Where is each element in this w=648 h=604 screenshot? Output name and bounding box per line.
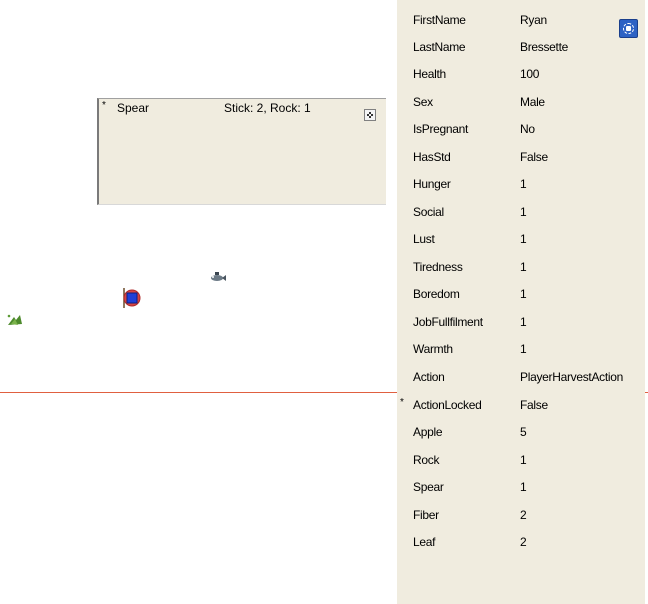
- property-value[interactable]: 1: [520, 205, 527, 219]
- property-row[interactable]: Rock 1: [397, 447, 645, 474]
- property-value[interactable]: False: [520, 150, 548, 164]
- property-key: ActionLocked: [413, 398, 482, 412]
- property-key: Spear: [413, 480, 444, 494]
- property-key: Hunger: [413, 177, 451, 191]
- property-value[interactable]: 2: [520, 535, 527, 549]
- property-value[interactable]: Bressette: [520, 40, 568, 54]
- property-row[interactable]: Social 1: [397, 199, 645, 226]
- property-key: Fiber: [413, 508, 439, 522]
- property-key: JobFullfilment: [413, 315, 483, 329]
- craft-item-row[interactable]: * Spear Stick: 2, Rock: 1: [101, 100, 360, 117]
- property-key: IsPregnant: [413, 122, 469, 136]
- property-row[interactable]: Sex Male: [397, 89, 645, 116]
- player-marker-icon[interactable]: [121, 287, 143, 309]
- property-value[interactable]: 1: [520, 232, 527, 246]
- row-marker: *: [400, 397, 404, 408]
- property-key: Apple: [413, 425, 443, 439]
- property-row[interactable]: Apple 5: [397, 419, 645, 446]
- close-icon[interactable]: [364, 109, 376, 121]
- property-key: Tiredness: [413, 260, 463, 274]
- property-key: Sex: [413, 95, 433, 109]
- plant-icon[interactable]: [6, 313, 24, 327]
- property-grid: FirstName Ryan LastName Bressette Health…: [397, 0, 645, 604]
- property-row[interactable]: Tiredness 1: [397, 254, 645, 281]
- property-row[interactable]: Leaf 2: [397, 529, 645, 556]
- game-world[interactable]: * Spear Stick: 2, Rock: 1 FirstName Ryan…: [0, 0, 648, 604]
- property-row[interactable]: IsPregnant No: [397, 116, 645, 143]
- property-row[interactable]: Lust 1: [397, 226, 645, 253]
- property-row[interactable]: JobFullfilment 1: [397, 309, 645, 336]
- property-value[interactable]: 5: [520, 425, 527, 439]
- property-value[interactable]: No: [520, 122, 535, 136]
- property-key: Boredom: [413, 287, 460, 301]
- property-row[interactable]: Boredom 1: [397, 281, 645, 308]
- property-value[interactable]: Male: [520, 95, 545, 109]
- property-value[interactable]: 1: [520, 453, 527, 467]
- property-row[interactable]: Fiber 2: [397, 502, 645, 529]
- property-key: Lust: [413, 232, 435, 246]
- property-value[interactable]: 2: [520, 508, 527, 522]
- craft-item-name: Spear: [117, 101, 150, 115]
- property-row[interactable]: Warmth 1: [397, 336, 645, 363]
- property-key: Rock: [413, 453, 440, 467]
- property-row[interactable]: Hunger 1: [397, 171, 645, 198]
- craft-item-requirements: Stick: 2, Rock: 1: [224, 101, 311, 115]
- property-value[interactable]: 1: [520, 315, 527, 329]
- property-key: Leaf: [413, 535, 436, 549]
- property-value[interactable]: PlayerHarvestAction: [520, 370, 623, 384]
- property-key: LastName: [413, 40, 466, 54]
- property-value[interactable]: 1: [520, 342, 527, 356]
- property-key: HasStd: [413, 150, 451, 164]
- property-row[interactable]: FirstName Ryan: [397, 7, 645, 34]
- property-value[interactable]: False: [520, 398, 548, 412]
- property-value[interactable]: 1: [520, 260, 527, 274]
- property-row[interactable]: Health 100: [397, 61, 645, 88]
- property-value[interactable]: 100: [520, 67, 539, 81]
- property-key: FirstName: [413, 13, 466, 27]
- crafting-panel: * Spear Stick: 2, Rock: 1: [97, 98, 386, 205]
- property-row[interactable]: Spear 1: [397, 474, 645, 501]
- property-value[interactable]: 1: [520, 287, 527, 301]
- property-row[interactable]: LastName Bressette: [397, 34, 645, 61]
- property-key: Warmth: [413, 342, 453, 356]
- property-key: Health: [413, 67, 446, 81]
- property-value[interactable]: Ryan: [520, 13, 547, 27]
- property-value[interactable]: 1: [520, 480, 527, 494]
- property-key: Social: [413, 205, 444, 219]
- property-row[interactable]: HasStd False: [397, 144, 645, 171]
- fish-icon[interactable]: [208, 271, 226, 283]
- property-row[interactable]: Action PlayerHarvestAction: [397, 364, 645, 391]
- property-row[interactable]: * ActionLocked False: [397, 392, 645, 419]
- selection-marker: *: [102, 100, 106, 111]
- property-key: Action: [413, 370, 445, 384]
- property-value[interactable]: 1: [520, 177, 527, 191]
